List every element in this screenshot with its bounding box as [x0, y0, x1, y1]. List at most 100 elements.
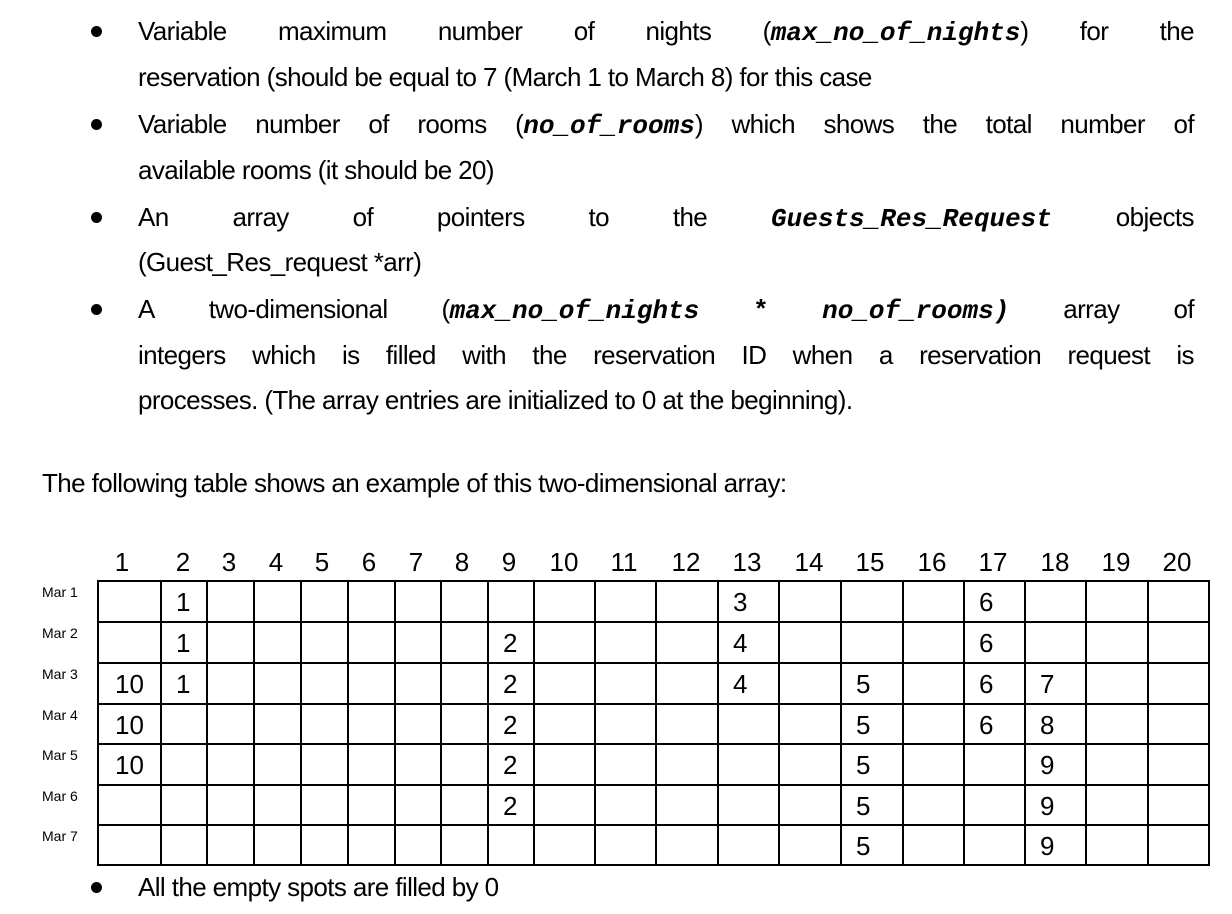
room-header-17: 17 [978, 547, 1008, 577]
table-cell [1147, 580, 1210, 621]
table-cell [97, 824, 160, 866]
table-cell [160, 824, 206, 866]
word: array [232, 202, 289, 232]
table-cell: 6 [963, 621, 1024, 662]
word: An [138, 202, 169, 232]
table-cell: 4 [717, 662, 778, 703]
table-cell: 1 [160, 662, 206, 703]
table-cell [97, 784, 160, 824]
table-cell [206, 784, 253, 824]
word: request [1067, 340, 1150, 370]
table-cell [1147, 621, 1210, 662]
table-cell [840, 580, 902, 621]
row-label-mar-5: Mar 5 [42, 747, 78, 763]
table-cell: 2 [487, 662, 533, 703]
table-cell [655, 824, 717, 866]
word: of [1173, 109, 1194, 139]
word: A [138, 294, 155, 324]
table-cell [902, 580, 963, 621]
table-cell [206, 662, 253, 703]
word: ID [741, 340, 767, 370]
word: is [1176, 340, 1194, 370]
table-cell [394, 621, 440, 662]
table-cell [1085, 580, 1147, 621]
word: objects [1115, 202, 1195, 232]
code-identifier: Guests_Res_Request [771, 204, 1052, 234]
word: the [922, 109, 958, 139]
table-cell [1085, 621, 1147, 662]
table-cell [778, 824, 840, 866]
table-cell [594, 824, 655, 866]
row-label-mar-1: Mar 1 [42, 584, 78, 600]
code-identifier: (max_no_of_nights) [762, 16, 1029, 48]
row-label-mar-6: Mar 6 [42, 788, 78, 804]
word: number [437, 16, 523, 46]
table-cell: 7 [1024, 662, 1085, 703]
room-header-20: 20 [1162, 547, 1192, 577]
table-cell [1147, 824, 1210, 866]
word: of [352, 202, 374, 232]
table-cell [206, 743, 253, 784]
table-cell [533, 743, 594, 784]
table-cell [206, 621, 253, 662]
table-cell [963, 743, 1024, 784]
room-header-14: 14 [794, 547, 824, 577]
table-cell [440, 743, 487, 784]
table-cell [206, 580, 253, 621]
word: number [255, 109, 340, 139]
code-identifier: (no_of_rooms) [515, 109, 703, 141]
table-cell [594, 580, 655, 621]
table-cell [717, 703, 778, 743]
table-cell [533, 580, 594, 621]
word: nights [645, 16, 712, 46]
room-header-8: 8 [454, 547, 470, 577]
room-header-3: 3 [221, 547, 237, 577]
word: total [985, 109, 1033, 139]
table-cell: 6 [963, 662, 1024, 703]
word: is [341, 340, 360, 370]
table-cell [902, 662, 963, 703]
room-header-1: 1 [114, 547, 130, 577]
table-cell [655, 703, 717, 743]
code-identifier: (max_no_of_nights [441, 294, 700, 326]
table-cell: 6 [963, 580, 1024, 621]
table-cell [1085, 743, 1147, 784]
table-cell [440, 621, 487, 662]
table-cell [594, 784, 655, 824]
table-cell [655, 662, 717, 703]
table-cell [253, 621, 300, 662]
table-cell [902, 703, 963, 743]
table-cell [1147, 784, 1210, 824]
table-cell [487, 824, 533, 866]
table-cell: 3 [717, 580, 778, 621]
word: shows [823, 109, 895, 139]
bullet-dot-icon [91, 119, 102, 130]
word: for [1079, 16, 1109, 46]
word: to [588, 202, 609, 232]
bullet-4-line-1: Atwo-dimensional (max_no_of_nights * no_of_… [138, 294, 1195, 326]
row-label-mar-4: Mar 4 [42, 707, 78, 723]
table-cell [253, 703, 300, 743]
table-cell [778, 580, 840, 621]
word: reservation [593, 340, 716, 370]
table-cell: 5 [840, 703, 902, 743]
table-cell [655, 580, 717, 621]
bullet-dot-icon [91, 882, 102, 893]
table-cell [440, 703, 487, 743]
word: the [1159, 16, 1195, 46]
word: with [462, 340, 506, 370]
row-label-mar-7: Mar 7 [42, 828, 78, 844]
table-intro-heading: The following table shows an example of … [42, 468, 787, 498]
word: of [368, 109, 389, 139]
table-cell [1085, 784, 1147, 824]
table-cell [160, 743, 206, 784]
word: the [672, 202, 708, 232]
table-cell [253, 662, 300, 703]
table-cell [1024, 580, 1085, 621]
table-cell [717, 824, 778, 866]
room-header-18: 18 [1040, 547, 1070, 577]
table-cell: 5 [840, 824, 902, 866]
word: when [792, 340, 853, 370]
table-cell [655, 743, 717, 784]
table-cell: 10 [97, 662, 160, 703]
